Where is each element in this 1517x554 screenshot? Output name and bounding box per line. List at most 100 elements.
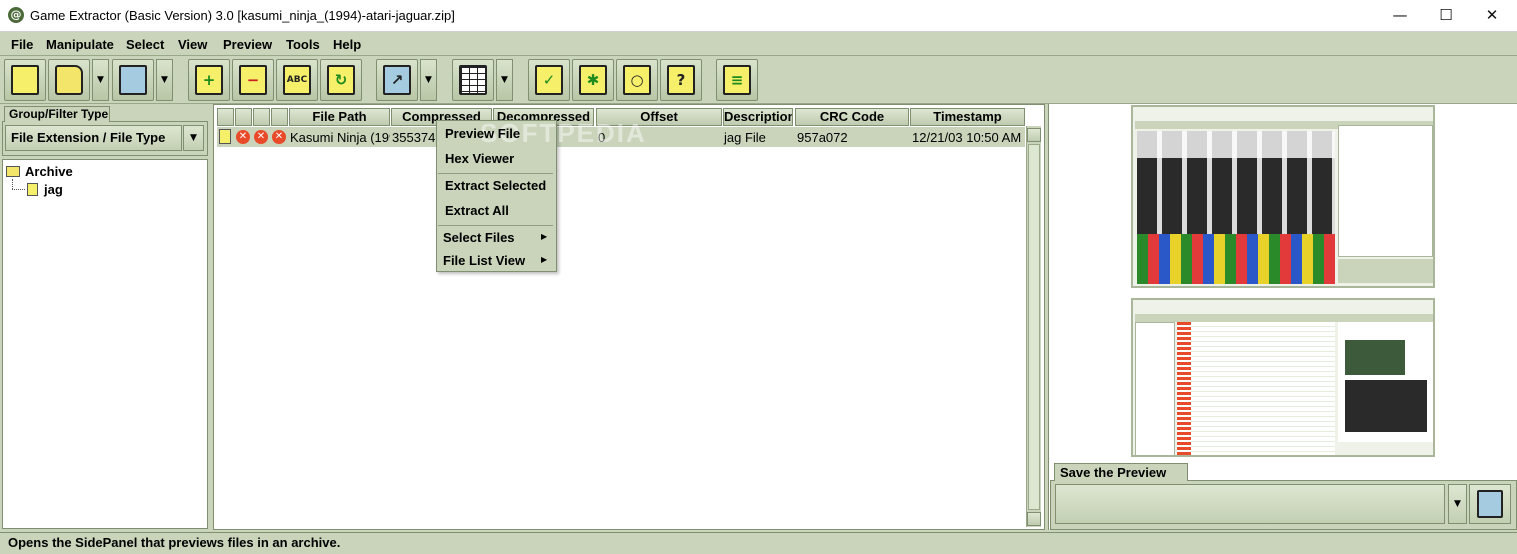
group-filter-tab[interactable]: Group/Filter Type [4,106,110,122]
thumbnail-sprite [1345,380,1427,432]
options-icon: ≡ [723,65,751,95]
delete-icon: ✕ [254,130,268,144]
ctx-extract-selected[interactable]: Extract Selected [445,178,546,193]
thumbnail-file-icons [1177,322,1191,455]
thumbnail-save [1338,259,1433,283]
column-header-crc[interactable]: CRC Code [795,108,909,126]
add-files-icon: + [195,65,223,95]
open-archive-button[interactable] [48,59,90,101]
menu-help[interactable]: Help [333,37,361,52]
group-filter-select[interactable]: File Extension / File Type [5,125,182,151]
tree-node-label: jag [44,182,63,197]
menu-select[interactable]: Select [126,37,164,52]
menu-manipulate[interactable]: Manipulate [46,37,114,52]
replace-files-icon: ↻ [327,65,355,95]
group-filter-dropdown[interactable]: ▼ [183,125,204,151]
window-title: Game Extractor (Basic Version) 3.0 [kasu… [30,8,455,23]
delete-icon: ✕ [272,130,286,144]
add-files-button[interactable]: + [188,59,230,101]
rename-files-button[interactable]: ABC [276,59,318,101]
column-header-icon[interactable] [235,108,252,126]
select-check-button[interactable]: ✓ [528,59,570,101]
save-preview-button[interactable] [1469,484,1511,524]
help-button[interactable]: ? [660,59,702,101]
delete-icon: ✕ [236,130,250,144]
ctx-separator [438,173,553,174]
search-icon: ○ [623,65,651,95]
rename-files-icon: ABC [283,65,311,95]
help-icon: ? [667,65,695,95]
plugin-gear-button[interactable]: ✱ [572,59,614,101]
menu-view[interactable]: View [178,37,207,52]
table-view-button[interactable] [452,59,494,101]
save-archive-dropdown[interactable]: ▼ [156,59,173,101]
minimize-button[interactable]: — [1377,0,1423,31]
save-disk-icon [1477,490,1503,518]
cell-compressed: 3553742 [392,130,436,145]
extract-files-icon: ↗ [383,65,411,95]
cell-file-path: Kasumi Ninja (199 [290,130,390,145]
scroll-up-button[interactable] [1027,128,1041,142]
extract-files-dropdown[interactable]: ▼ [420,59,437,101]
ctx-select-files[interactable]: Select Files [443,230,515,245]
tree-connector [12,179,13,189]
file-icon [27,183,38,196]
save-format-dropdown[interactable]: ▼ [1448,484,1467,524]
remove-files-button[interactable]: − [232,59,274,101]
cell-timestamp: 12/21/03 10:50 AM [912,130,1022,145]
replace-files-button[interactable]: ↻ [320,59,362,101]
status-text: Opens the SidePanel that previews files … [8,535,341,550]
new-archive-icon [11,65,39,95]
ctx-separator [438,225,553,226]
column-header-icon[interactable] [253,108,270,126]
extract-files-button[interactable]: ↗ [376,59,418,101]
tree-node-archive[interactable]: Archive [6,164,73,179]
thumbnail-buttons [1137,234,1335,284]
column-header-file-path[interactable]: File Path [289,108,390,126]
close-button[interactable]: ✕ [1469,0,1515,31]
preview-thumbnail[interactable] [1131,105,1435,288]
file-table [213,104,1045,530]
maximize-button[interactable]: ☐ [1423,0,1469,31]
thumbnail-toolbar [1135,314,1433,322]
options-button[interactable]: ≡ [716,59,758,101]
ctx-preview-file[interactable]: Preview File [445,126,520,141]
column-header-icon[interactable] [271,108,288,126]
archive-tree [2,159,208,529]
select-check-icon: ✓ [535,65,563,95]
column-header-icon[interactable] [217,108,234,126]
plugin-gear-icon: ✱ [579,65,607,95]
tree-connector [12,189,25,190]
thumbnail-row [1137,131,1335,158]
thumbnail-tree [1338,125,1433,257]
thumbnail-tree [1135,322,1175,455]
save-archive-icon [119,65,147,95]
ctx-hex-viewer[interactable]: Hex Viewer [445,151,514,166]
open-archive-dropdown[interactable]: ▼ [92,59,109,101]
save-format-select[interactable] [1055,484,1445,524]
remove-files-icon: − [239,65,267,95]
scroll-down-button[interactable] [1027,512,1041,526]
tree-node-label: Archive [25,164,73,179]
column-header-timestamp[interactable]: Timestamp [910,108,1025,126]
menu-file[interactable]: File [11,37,33,52]
ctx-file-list-view[interactable]: File List View [443,253,525,268]
scroll-thumb[interactable] [1028,144,1040,510]
folder-open-icon [6,166,20,177]
new-archive-button[interactable] [4,59,46,101]
cell-description: jag File [724,130,766,145]
column-header-description[interactable]: Description [723,108,793,126]
thumbnail-sprite [1345,340,1405,375]
table-view-dropdown[interactable]: ▼ [496,59,513,101]
tree-node-jag[interactable]: jag [27,182,63,197]
preview-thumbnail[interactable] [1131,298,1435,457]
menu-preview[interactable]: Preview [223,37,272,52]
save-preview-tab[interactable]: Save the Preview As... [1054,463,1188,497]
submenu-arrow-icon: ▶ [541,255,548,264]
cell-crc: 957a072 [797,130,848,145]
menu-tools[interactable]: Tools [286,37,320,52]
search-button[interactable]: ○ [616,59,658,101]
ctx-extract-all[interactable]: Extract All [445,203,509,218]
open-archive-icon [55,65,83,95]
save-archive-button[interactable] [112,59,154,101]
